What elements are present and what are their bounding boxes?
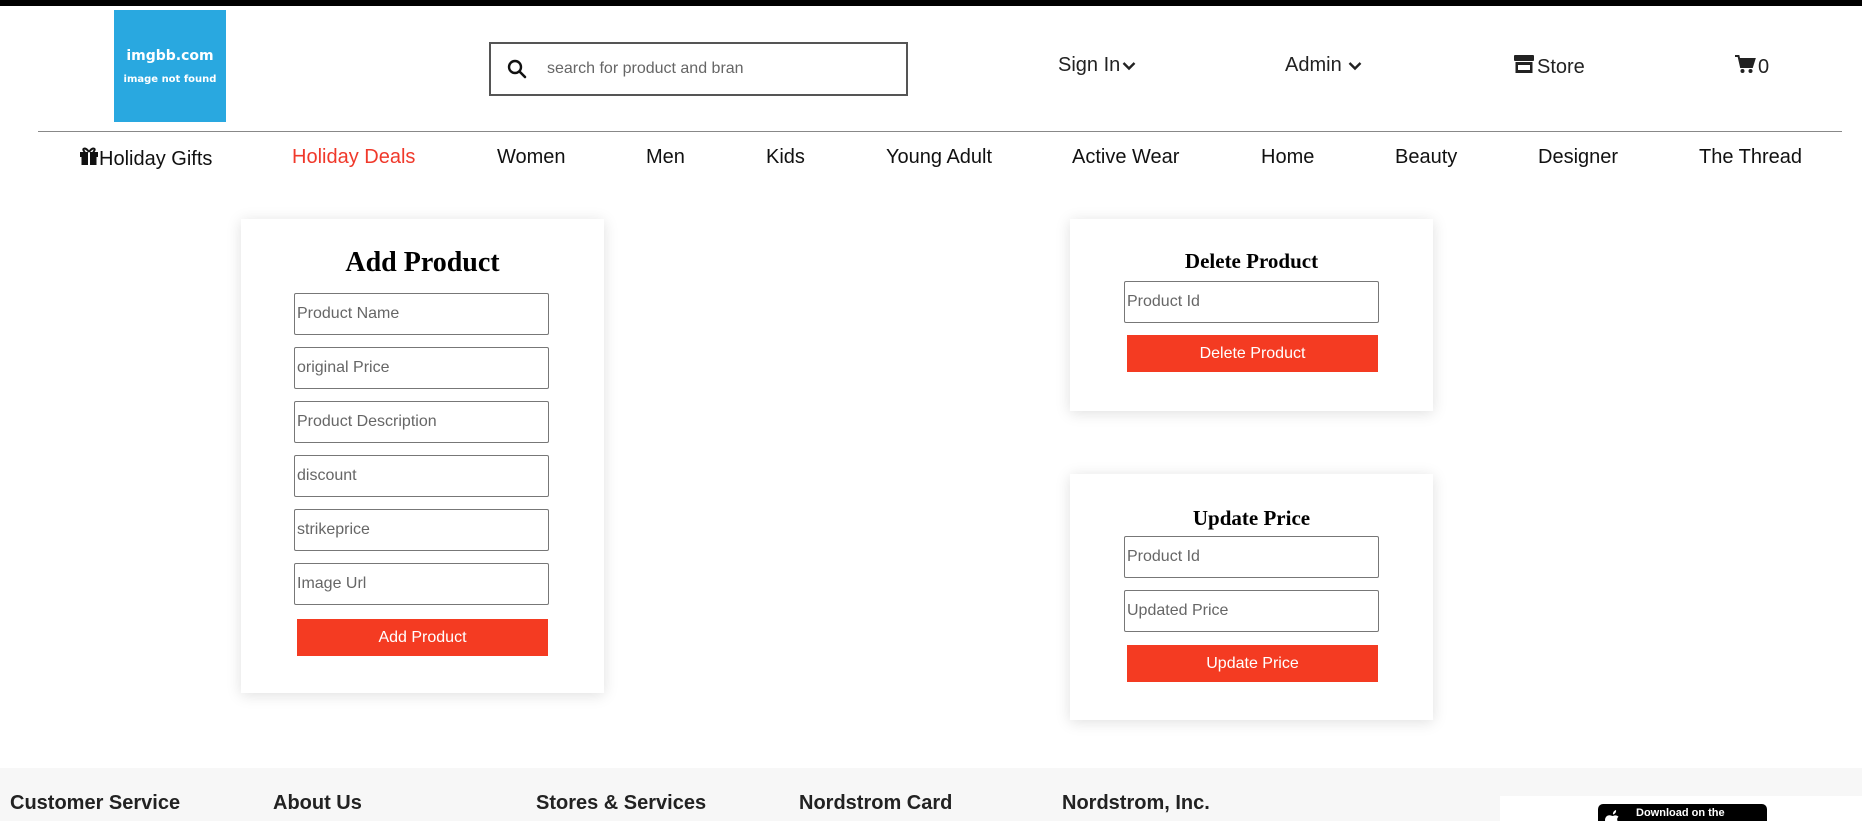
nav-item-holiday-deals[interactable]: Holiday Deals	[292, 146, 415, 169]
header-divider	[38, 131, 1842, 132]
delete-product-id-field[interactable]	[1124, 281, 1379, 323]
search-input[interactable]	[547, 60, 757, 78]
add-product-card: Add Product Add Product	[241, 219, 604, 693]
sign-in-label: Sign In	[1058, 54, 1121, 76]
nav-item-young-adult[interactable]: Young Adult	[886, 146, 992, 169]
app-badge-text: Download on the	[1636, 807, 1725, 819]
footer-heading-customer-service[interactable]: Customer Service	[10, 792, 180, 815]
cart-count: 0	[1758, 55, 1770, 78]
delete-product-title: Delete Product	[1184, 249, 1319, 273]
store-icon	[1513, 54, 1535, 80]
logo-text: imgbb.com	[126, 47, 214, 64]
logo-subtext: image not found	[123, 73, 217, 85]
nav-item-beauty[interactable]: Beauty	[1395, 146, 1457, 169]
update-price-title: Update Price	[1192, 506, 1311, 530]
nav-item-kids[interactable]: Kids	[766, 146, 805, 169]
apple-icon	[1598, 804, 1628, 821]
store-label: Store	[1537, 55, 1585, 78]
updated-price-field[interactable]	[1124, 590, 1379, 632]
site-logo[interactable]: imgbb.com image not found	[114, 10, 226, 122]
gift-icon	[79, 146, 99, 172]
store-link[interactable]: Store	[1513, 54, 1585, 80]
nav-item-home[interactable]: Home	[1261, 146, 1314, 169]
cart-icon	[1734, 54, 1756, 80]
nav-item-designer[interactable]: Designer	[1538, 146, 1618, 169]
discount-field[interactable]	[294, 455, 549, 497]
strikeprice-field[interactable]	[294, 509, 549, 551]
original-price-field[interactable]	[294, 347, 549, 389]
update-price-card: Update Price Update Price	[1070, 474, 1433, 720]
footer-heading-nordstrom-card[interactable]: Nordstrom Card	[799, 792, 952, 815]
top-border	[0, 0, 1862, 6]
chevron-down-icon	[1122, 54, 1136, 77]
nav-item-active-wear[interactable]: Active Wear	[1072, 146, 1179, 169]
add-product-title: Add Product	[345, 247, 500, 278]
admin-label: Admin	[1285, 54, 1342, 76]
app-store-badge[interactable]: Download on the	[1598, 804, 1767, 821]
nav-item-the-thread[interactable]: The Thread	[1699, 146, 1802, 169]
product-description-field[interactable]	[294, 401, 549, 443]
nav-item-women[interactable]: Women	[497, 146, 566, 169]
add-product-button[interactable]: Add Product	[297, 619, 548, 656]
update-product-id-field[interactable]	[1124, 536, 1379, 578]
update-price-button[interactable]: Update Price	[1127, 645, 1378, 682]
admin-menu[interactable]: Admin	[1285, 54, 1362, 77]
delete-product-card: Delete Product Delete Product	[1070, 219, 1433, 411]
nav-label: Holiday Gifts	[99, 147, 213, 170]
delete-product-button[interactable]: Delete Product	[1127, 335, 1378, 372]
sign-in-menu[interactable]: Sign In	[1058, 54, 1136, 77]
nav-item-men[interactable]: Men	[646, 146, 685, 169]
site-footer: Customer Service About Us Stores & Servi…	[0, 768, 1862, 821]
app-badge-area: Download on the	[1500, 796, 1862, 821]
footer-heading-about-us[interactable]: About Us	[273, 792, 362, 815]
search-icon[interactable]	[491, 44, 543, 94]
footer-heading-nordstrom-inc[interactable]: Nordstrom, Inc.	[1062, 792, 1210, 815]
footer-heading-stores-services[interactable]: Stores & Services	[536, 792, 706, 815]
chevron-down-icon	[1348, 54, 1362, 77]
cart-link[interactable]: 0	[1734, 54, 1769, 80]
product-name-field[interactable]	[294, 293, 549, 335]
image-url-field[interactable]	[294, 563, 549, 605]
nav-item-holiday-gifts[interactable]: Holiday Gifts	[79, 146, 212, 172]
search-bar	[489, 42, 908, 96]
category-nav: Holiday Gifts Holiday Deals Women Men Ki…	[0, 146, 1862, 176]
